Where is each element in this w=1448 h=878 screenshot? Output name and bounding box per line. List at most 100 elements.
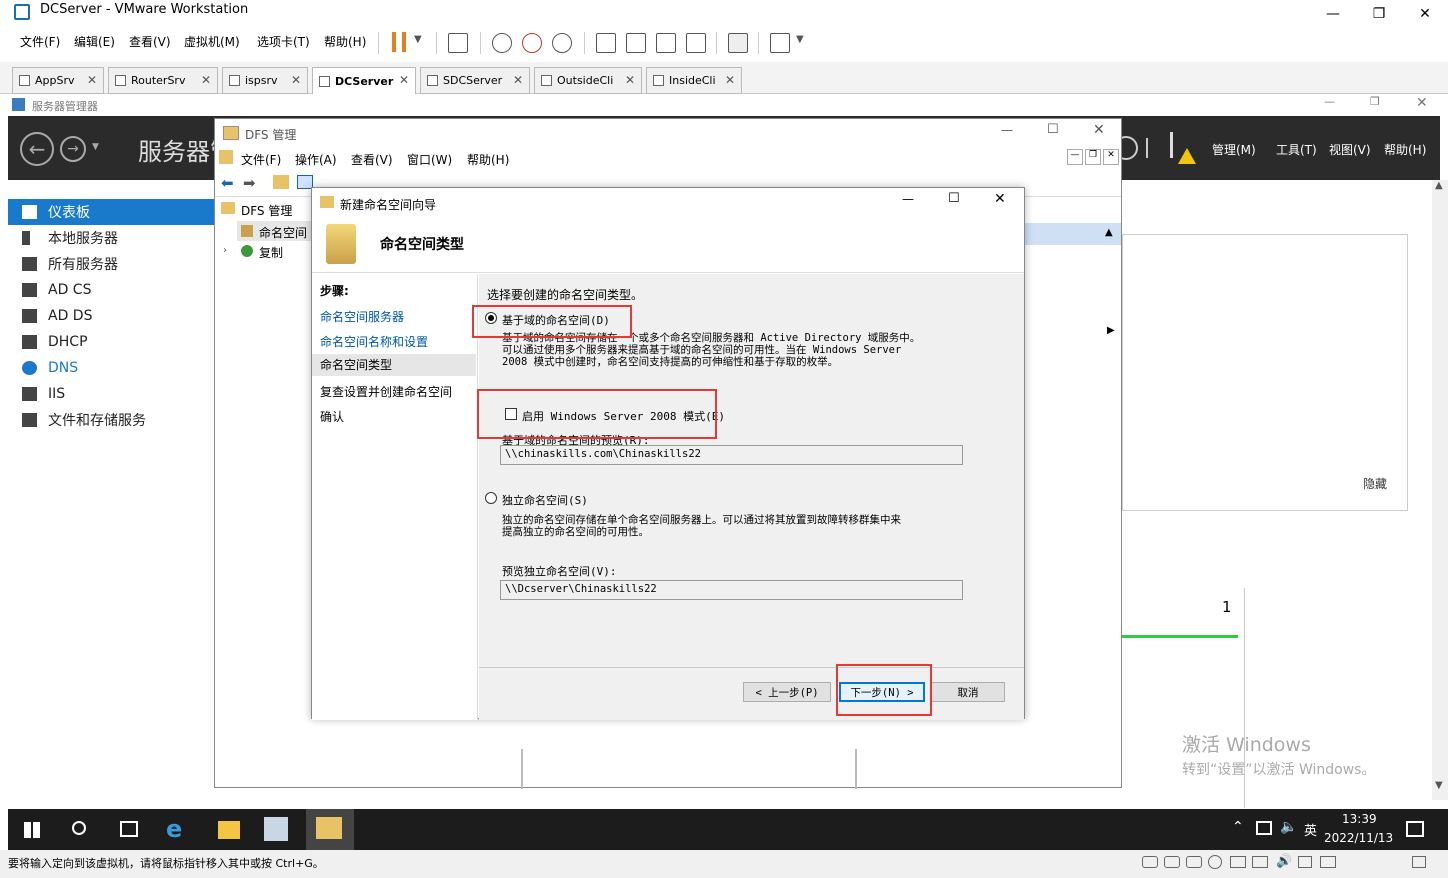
restore-button[interactable]: ❐ [1370,95,1380,108]
tree-namespace[interactable]: 命名空间 [259,224,307,241]
close-button[interactable]: ✕ [1402,0,1448,28]
expand-chevron-icon[interactable]: › [223,245,227,256]
ime-indicator[interactable]: 英 [1304,820,1317,839]
network-adapter-icon[interactable] [1252,856,1268,868]
menu-view[interactable]: 查看(V) [351,151,393,168]
menu-tabs[interactable]: 选项卡(T) [257,33,310,50]
minimize-button[interactable]: — [1001,123,1013,137]
menu-window[interactable]: 窗口(W) [407,151,452,168]
menu-action[interactable]: 操作(A) [295,151,337,168]
close-button[interactable]: ✕ [1093,122,1105,138]
tree-replication[interactable]: 复制 [259,244,283,261]
standalone-namespace-radio[interactable] [485,492,497,504]
menu-tools[interactable]: 工具(T) [1276,141,1317,158]
forward-icon[interactable]: → [60,136,86,162]
tab-routersrv[interactable]: RouterSrv ✕ [108,67,218,94]
guest-screen[interactable]: 服务器管理器 — ❐ ✕ ← → ▼ 服务器管 管理(M) 工具(T) 视图(V… [8,95,1448,809]
sidebar-item-dashboard[interactable]: 仪表板 [8,199,214,225]
network-icon[interactable] [1256,821,1272,835]
thumbnail-view-icon[interactable] [626,33,646,53]
hide-link[interactable]: 隐藏 [1363,475,1387,492]
maximize-button[interactable]: ☐ [1047,122,1059,137]
network-adapter-icon[interactable] [1230,856,1246,868]
unity-icon[interactable] [686,33,706,53]
scroll-down-icon[interactable]: ▼ [1435,780,1443,791]
sidebar-item-dns[interactable]: DNS [8,355,214,381]
menu-manage[interactable]: 管理(M) [1212,141,1256,158]
back-button[interactable]: < 上一步(P) [743,682,831,702]
volume-icon[interactable]: 🔈 [1280,819,1297,835]
tab-sdcserver[interactable]: SDCServer ✕ [420,67,530,94]
sidebar-item-dhcp[interactable]: DHCP [8,329,214,355]
expand-right-icon[interactable]: ▶ [1107,325,1115,336]
ie-icon[interactable]: e [166,815,182,843]
console-icon[interactable] [728,33,748,53]
snapshot-icon[interactable] [492,33,512,53]
file-explorer-icon[interactable] [218,821,240,839]
scrollbar[interactable]: ▲ ▼ [1432,180,1448,800]
pause-icon[interactable] [392,32,406,52]
server-manager-taskbar-icon[interactable] [264,817,288,841]
menu-vm[interactable]: 虚拟机(M) [184,33,240,50]
chevron-down-icon[interactable]: ▼ [796,34,804,45]
revert-snapshot-icon[interactable] [522,33,542,53]
snapshot-manager-icon[interactable] [552,33,572,53]
minimize-button[interactable]: — [1310,0,1356,28]
close-tab-icon[interactable]: ✕ [513,73,523,87]
start-windows-icon[interactable] [24,822,40,838]
hdd-icon[interactable] [1186,856,1202,868]
close-button[interactable]: ✕ [1416,95,1428,111]
minimize-button[interactable]: — [1324,95,1335,108]
close-tab-icon[interactable]: ✕ [725,73,735,87]
inner-minimize-icon[interactable]: — [1067,149,1083,165]
tab-dcserver[interactable]: DCServer ✕ [312,67,416,94]
close-tab-icon[interactable]: ✕ [399,73,409,87]
hdd-icon[interactable] [1164,856,1180,868]
close-button[interactable]: ✕ [994,191,1006,207]
up-folder-icon[interactable] [273,175,289,189]
menu-help[interactable]: 帮助(H) [324,33,366,50]
notification-icon[interactable] [1406,821,1424,837]
sidebar-view-icon[interactable] [596,33,616,53]
back-icon[interactable]: ← [20,132,54,166]
search-icon[interactable] [72,821,86,835]
tab-insidecli[interactable]: InsideCli ✕ [646,67,742,94]
menu-help[interactable]: 帮助(H) [1384,141,1426,158]
sidebar-item-iis[interactable]: IIS [8,381,214,407]
sound-icon[interactable]: 🔊 [1276,854,1292,869]
tab-appsrv[interactable]: AppSrv ✕ [12,67,104,94]
tray-chevron-icon[interactable]: ⌃ [1232,819,1244,835]
menu-file[interactable]: 文件(F) [241,151,281,168]
close-tab-icon[interactable]: ✕ [291,73,301,87]
stretch-icon[interactable] [770,33,790,53]
inner-close-icon[interactable]: ✕ [1103,149,1119,165]
scroll-up-icon[interactable]: ▲ [1435,180,1443,191]
display-icon[interactable] [1320,856,1336,868]
close-tab-icon[interactable]: ✕ [625,73,635,87]
clock-date[interactable]: 2022/11/13 [1324,831,1393,845]
sidebar-item-all-servers[interactable]: 所有服务器 [8,251,214,277]
fullscreen-icon[interactable] [656,33,676,53]
sidebar-item-ad-cs[interactable]: AD CS [8,277,214,303]
forward-arrow-icon[interactable]: ➡ [243,174,256,192]
tab-ispsrv[interactable]: ispsrv ✕ [222,67,308,94]
cd-icon[interactable] [1208,855,1222,869]
menu-file[interactable]: 文件(F) [20,33,60,50]
maximize-button[interactable]: ❐ [1356,0,1402,28]
maximize-button[interactable]: ☐ [948,191,960,206]
collapse-icon[interactable]: ▲ [1105,227,1113,238]
usb-icon[interactable] [1298,856,1312,868]
step-namespace-server[interactable]: 命名空间服务器 [320,308,404,325]
tab-outsidecli[interactable]: OutsideCli ✕ [534,67,642,94]
menu-edit[interactable]: 编辑(E) [74,33,115,50]
back-arrow-icon[interactable]: ⬅ [221,174,234,192]
hdd-icon[interactable] [1142,856,1158,868]
menu-help[interactable]: 帮助(H) [467,151,509,168]
tree-dfs-root[interactable]: DFS 管理 [241,202,292,219]
send-ctrl-alt-del-icon[interactable] [448,33,468,53]
sidebar-item-local-server[interactable]: 本地服务器 [8,225,214,251]
chevron-down-icon[interactable]: ▼ [414,34,422,45]
chevron-down-icon[interactable]: ▼ [92,142,99,152]
close-tab-icon[interactable]: ✕ [201,73,211,87]
clock-time[interactable]: 13:39 [1342,812,1377,826]
